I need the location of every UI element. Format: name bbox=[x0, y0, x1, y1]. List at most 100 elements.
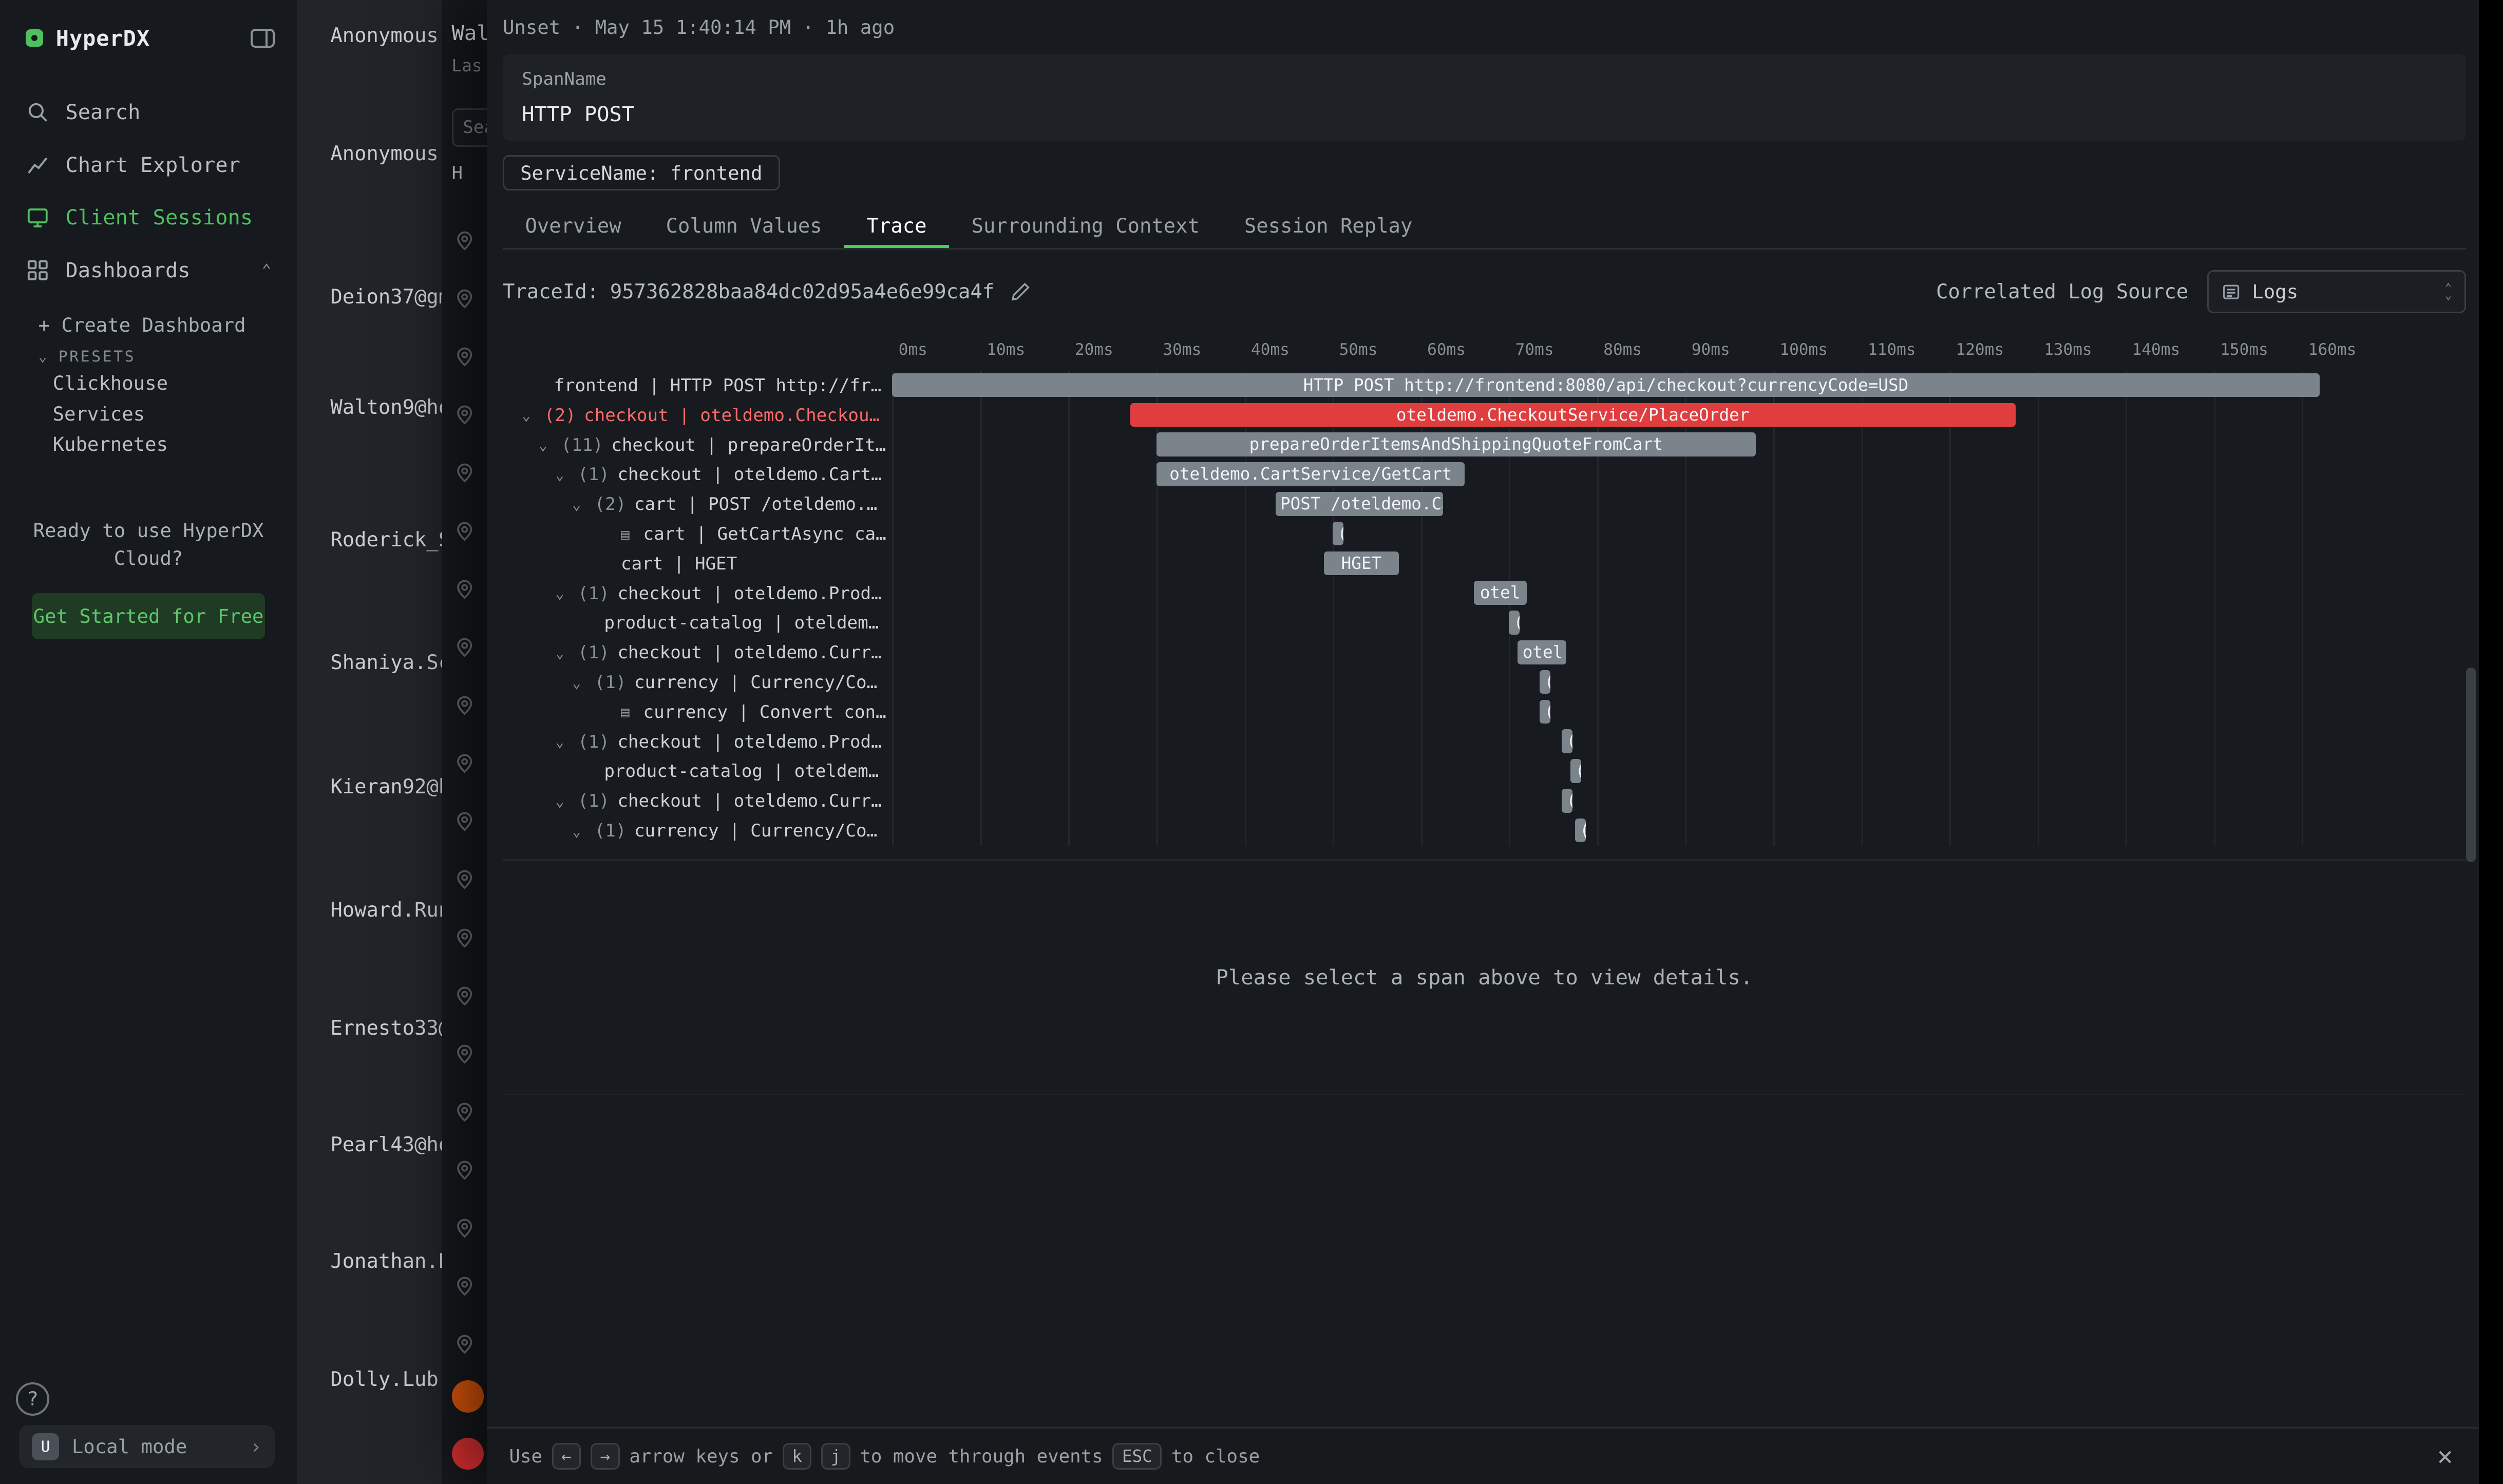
span-duration-bar[interactable]: ( bbox=[1333, 522, 1343, 546]
sidebar-item-chart-explorer[interactable]: Chart Explorer bbox=[0, 139, 297, 192]
session-list-item[interactable]: Anonymous bbox=[330, 24, 438, 47]
presets-section-toggle[interactable]: ⌄ PRESETS bbox=[0, 341, 297, 368]
event-avatar-icon[interactable] bbox=[452, 1438, 484, 1470]
span-tree-row[interactable]: ⌄(11)checkout | prepareOrderItemsAnd… bbox=[503, 430, 887, 460]
location-pin-icon[interactable] bbox=[453, 925, 476, 948]
location-pin-icon[interactable] bbox=[453, 867, 476, 890]
span-tree-row[interactable]: ⌄(1)currency | Currency/Convert bbox=[503, 668, 887, 697]
span-duration-bar[interactable]: otel bbox=[1474, 581, 1527, 605]
span-tree-row[interactable]: ⌄(2)checkout | oteldemo.CheckoutServic… bbox=[503, 401, 887, 430]
chevron-down-icon[interactable]: ⌄ bbox=[572, 674, 595, 691]
sidebar-item-dashboards[interactable]: Dashboards ⌃ bbox=[0, 244, 297, 297]
session-list-item[interactable]: Dolly.Lub bbox=[330, 1368, 438, 1391]
span-tree-row[interactable]: frontend | HTTP POST http://frontend:… bbox=[503, 371, 887, 401]
location-pin-icon[interactable] bbox=[453, 635, 476, 657]
location-pin-icon[interactable] bbox=[453, 1099, 476, 1122]
session-list-item[interactable]: Deion37@gm bbox=[330, 286, 442, 309]
session-list-item[interactable]: Ernesto33@ bbox=[330, 1017, 442, 1040]
location-pin-icon[interactable] bbox=[453, 1216, 476, 1239]
sidebar-collapse-icon[interactable] bbox=[251, 29, 275, 48]
span-duration-bar[interactable]: oteldemo.CartService/GetCart bbox=[1156, 462, 1465, 486]
span-tree-row[interactable]: ⌄(1)checkout | oteldemo.CurrencySe… bbox=[503, 786, 887, 816]
session-list-item[interactable]: Shaniya.Sc bbox=[330, 651, 442, 674]
span-tree-row[interactable]: ⌄(1)currency | Currency/Convert bbox=[503, 816, 887, 846]
get-started-button[interactable]: Get Started for Free bbox=[32, 593, 265, 639]
location-pin-icon[interactable] bbox=[453, 287, 476, 309]
span-tree-row[interactable]: product-catalog | oteldemo.Prod… bbox=[503, 757, 887, 787]
location-pin-icon[interactable] bbox=[453, 519, 476, 541]
span-tree-row[interactable]: ▤currency | Convert convers… bbox=[503, 697, 887, 727]
tab-surrounding-context[interactable]: Surrounding Context bbox=[949, 208, 1222, 248]
chevron-up-icon[interactable]: ⌃ bbox=[262, 261, 272, 279]
session-list-item[interactable]: Roderick_S bbox=[330, 528, 442, 551]
tab-column-values[interactable]: Column Values bbox=[643, 208, 844, 248]
location-pin-icon[interactable] bbox=[453, 983, 476, 1006]
location-pin-icon[interactable] bbox=[453, 403, 476, 425]
location-pin-icon[interactable] bbox=[453, 1158, 476, 1181]
chevron-down-icon[interactable]: ⌄ bbox=[572, 823, 595, 840]
location-pin-icon[interactable] bbox=[453, 809, 476, 832]
location-pin-icon[interactable] bbox=[453, 577, 476, 599]
help-button[interactable]: ? bbox=[16, 1382, 49, 1416]
location-pin-icon[interactable] bbox=[453, 228, 476, 251]
vertical-scrollbar[interactable] bbox=[2466, 668, 2476, 862]
session-list-item[interactable]: Anonymous bbox=[330, 142, 438, 165]
location-pin-icon[interactable] bbox=[453, 1041, 476, 1064]
location-pin-icon[interactable] bbox=[453, 1332, 476, 1355]
location-pin-icon[interactable] bbox=[453, 751, 476, 774]
span-tree-row[interactable]: product-catalog | oteldemo.Prod… bbox=[503, 608, 887, 638]
chevron-down-icon[interactable]: ⌄ bbox=[556, 644, 578, 661]
chevron-down-icon[interactable]: ⌄ bbox=[556, 585, 578, 602]
span-duration-bar[interactable]: ( bbox=[1509, 611, 1520, 635]
span-tree-row[interactable]: ⌄(2)cart | POST /oteldemo.CartSe… bbox=[503, 489, 887, 519]
span-tree-row[interactable]: ⌄(1)checkout | oteldemo.ProductCat… bbox=[503, 579, 887, 608]
session-list-item[interactable]: Kieran92@h bbox=[330, 775, 442, 798]
session-list-item[interactable]: Jonathan.B bbox=[330, 1250, 442, 1273]
chevron-down-icon[interactable]: ⌄ bbox=[556, 466, 578, 483]
tab-session-replay[interactable]: Session Replay bbox=[1222, 208, 1434, 248]
service-name-tag[interactable]: ServiceName: frontend bbox=[503, 155, 780, 191]
log-source-select[interactable]: Logs ⌃⌄ bbox=[2207, 270, 2466, 313]
preset-item-services[interactable]: Services bbox=[0, 398, 297, 429]
chevron-down-icon[interactable]: ⌄ bbox=[556, 733, 578, 750]
span-duration-bar[interactable]: HTTP POST http://frontend:8080/api/check… bbox=[892, 373, 2319, 397]
span-duration-bar[interactable]: oteldemo.CheckoutService/PlaceOrder bbox=[1130, 403, 2016, 427]
chevron-down-icon[interactable]: ⌄ bbox=[556, 793, 578, 810]
session-list-item[interactable]: Pearl43@ho bbox=[330, 1133, 442, 1156]
location-pin-icon[interactable] bbox=[453, 461, 476, 483]
preset-item-kubernetes[interactable]: Kubernetes bbox=[0, 429, 297, 459]
span-duration-bar[interactable]: ( bbox=[1540, 670, 1550, 694]
span-tree-row[interactable]: ▤cart | GetCartAsync called… bbox=[503, 519, 887, 549]
span-duration-bar[interactable]: ( bbox=[1575, 819, 1586, 843]
span-duration-bar[interactable]: ( bbox=[1562, 729, 1572, 753]
span-tree-row[interactable]: ⌄(1)checkout | oteldemo.CurrencySe… bbox=[503, 638, 887, 668]
sidebar-item-search[interactable]: Search bbox=[0, 86, 297, 139]
chevron-down-icon[interactable]: ⌄ bbox=[572, 496, 595, 513]
edit-trace-id-button[interactable] bbox=[1010, 281, 1031, 302]
tab-overview[interactable]: Overview bbox=[503, 208, 643, 248]
span-duration-bar[interactable]: ( bbox=[1540, 700, 1550, 724]
preset-item-clickhouse[interactable]: Clickhouse bbox=[0, 368, 297, 398]
location-pin-icon[interactable] bbox=[453, 345, 476, 367]
tab-trace[interactable]: Trace bbox=[844, 208, 949, 248]
session-list-item[interactable]: Walton9@ho bbox=[330, 396, 442, 419]
create-dashboard-button[interactable]: + Create Dashboard bbox=[0, 296, 297, 341]
span-duration-bar[interactable]: prepareOrderItemsAndShippingQuoteFromCar… bbox=[1156, 432, 1756, 456]
span-duration-bar[interactable]: ( bbox=[1562, 789, 1572, 813]
span-tree-row[interactable]: ⌄(1)checkout | oteldemo.CartServic… bbox=[503, 460, 887, 490]
span-duration-bar[interactable]: otel bbox=[1518, 640, 1566, 664]
span-duration-bar[interactable]: ( bbox=[1570, 759, 1581, 783]
local-mode-menu[interactable]: U Local mode › bbox=[19, 1425, 274, 1468]
chevron-down-icon[interactable]: ⌄ bbox=[522, 407, 544, 424]
close-icon[interactable]: × bbox=[2437, 1441, 2453, 1472]
chevron-down-icon[interactable]: ⌄ bbox=[539, 436, 561, 453]
span-tree-row[interactable]: cart | HGET bbox=[503, 549, 887, 579]
sidebar-item-client-sessions[interactable]: Client Sessions bbox=[0, 191, 297, 244]
span-tree-row[interactable]: ⌄(1)checkout | oteldemo.ProductCat… bbox=[503, 727, 887, 757]
span-duration-bar[interactable]: POST /oteldemo.Cart bbox=[1276, 492, 1443, 516]
span-duration-bar[interactable]: HGET bbox=[1324, 551, 1399, 576]
event-avatar-icon[interactable] bbox=[452, 1380, 484, 1412]
location-pin-icon[interactable] bbox=[453, 693, 476, 715]
search-input[interactable]: Sea bbox=[452, 108, 487, 147]
location-pin-icon[interactable] bbox=[453, 1274, 476, 1297]
